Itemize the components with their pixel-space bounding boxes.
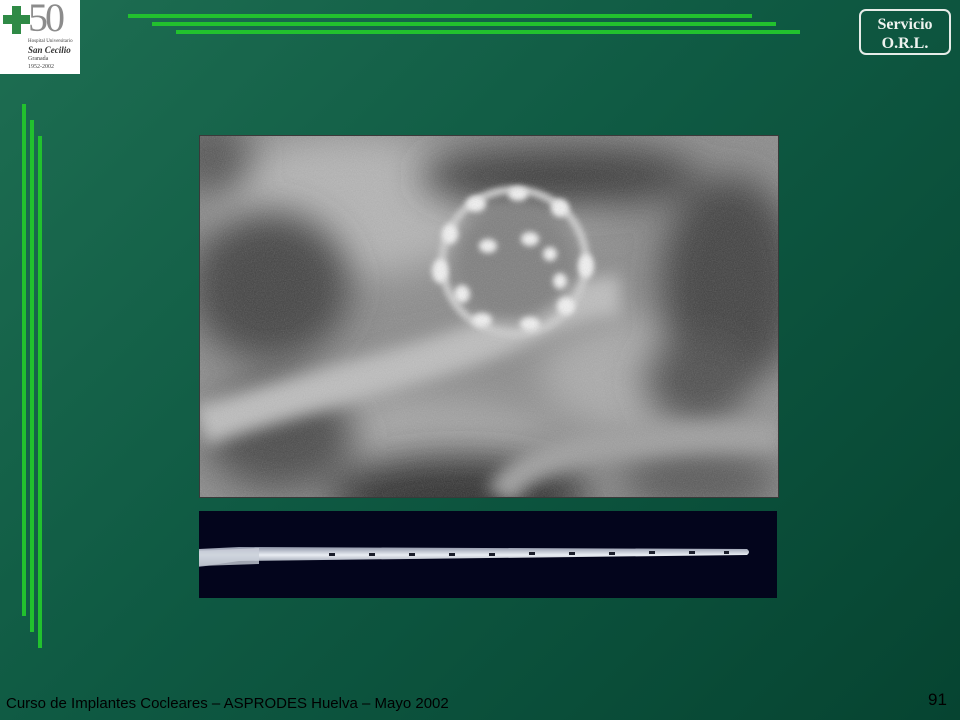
badge-line-2: O.R.L. — [881, 35, 929, 52]
badge-line-1: Servicio — [877, 16, 933, 33]
logo-line-1: Hospital Universitario — [28, 39, 73, 44]
decor-vline-2 — [30, 120, 34, 632]
electrode-drawing — [199, 547, 749, 567]
page-number: 91 — [928, 690, 947, 709]
decor-vline-1 — [22, 104, 26, 616]
decor-hline-2 — [152, 22, 776, 26]
logo-number: 50 — [28, 0, 65, 40]
footer-text: Curso de Implantes Cocleares – ASPRODES … — [6, 695, 449, 712]
xray-image — [199, 135, 779, 498]
decor-hline-3 — [176, 30, 800, 34]
hospital-logo: 50 Hospital Universitario San Cecilio Gr… — [0, 0, 80, 74]
service-badge: Servicio O.R.L. — [859, 9, 951, 55]
xray-drawing — [200, 136, 778, 497]
decor-hline-1 — [128, 14, 752, 18]
cross-icon-bar — [3, 15, 30, 24]
decor-vline-3 — [38, 136, 42, 648]
electrode-image — [199, 511, 777, 598]
logo-line-2: San Cecilio — [28, 45, 71, 55]
logo-line-4: 1952-2002 — [28, 64, 54, 70]
logo-line-3: Granada — [28, 56, 49, 62]
